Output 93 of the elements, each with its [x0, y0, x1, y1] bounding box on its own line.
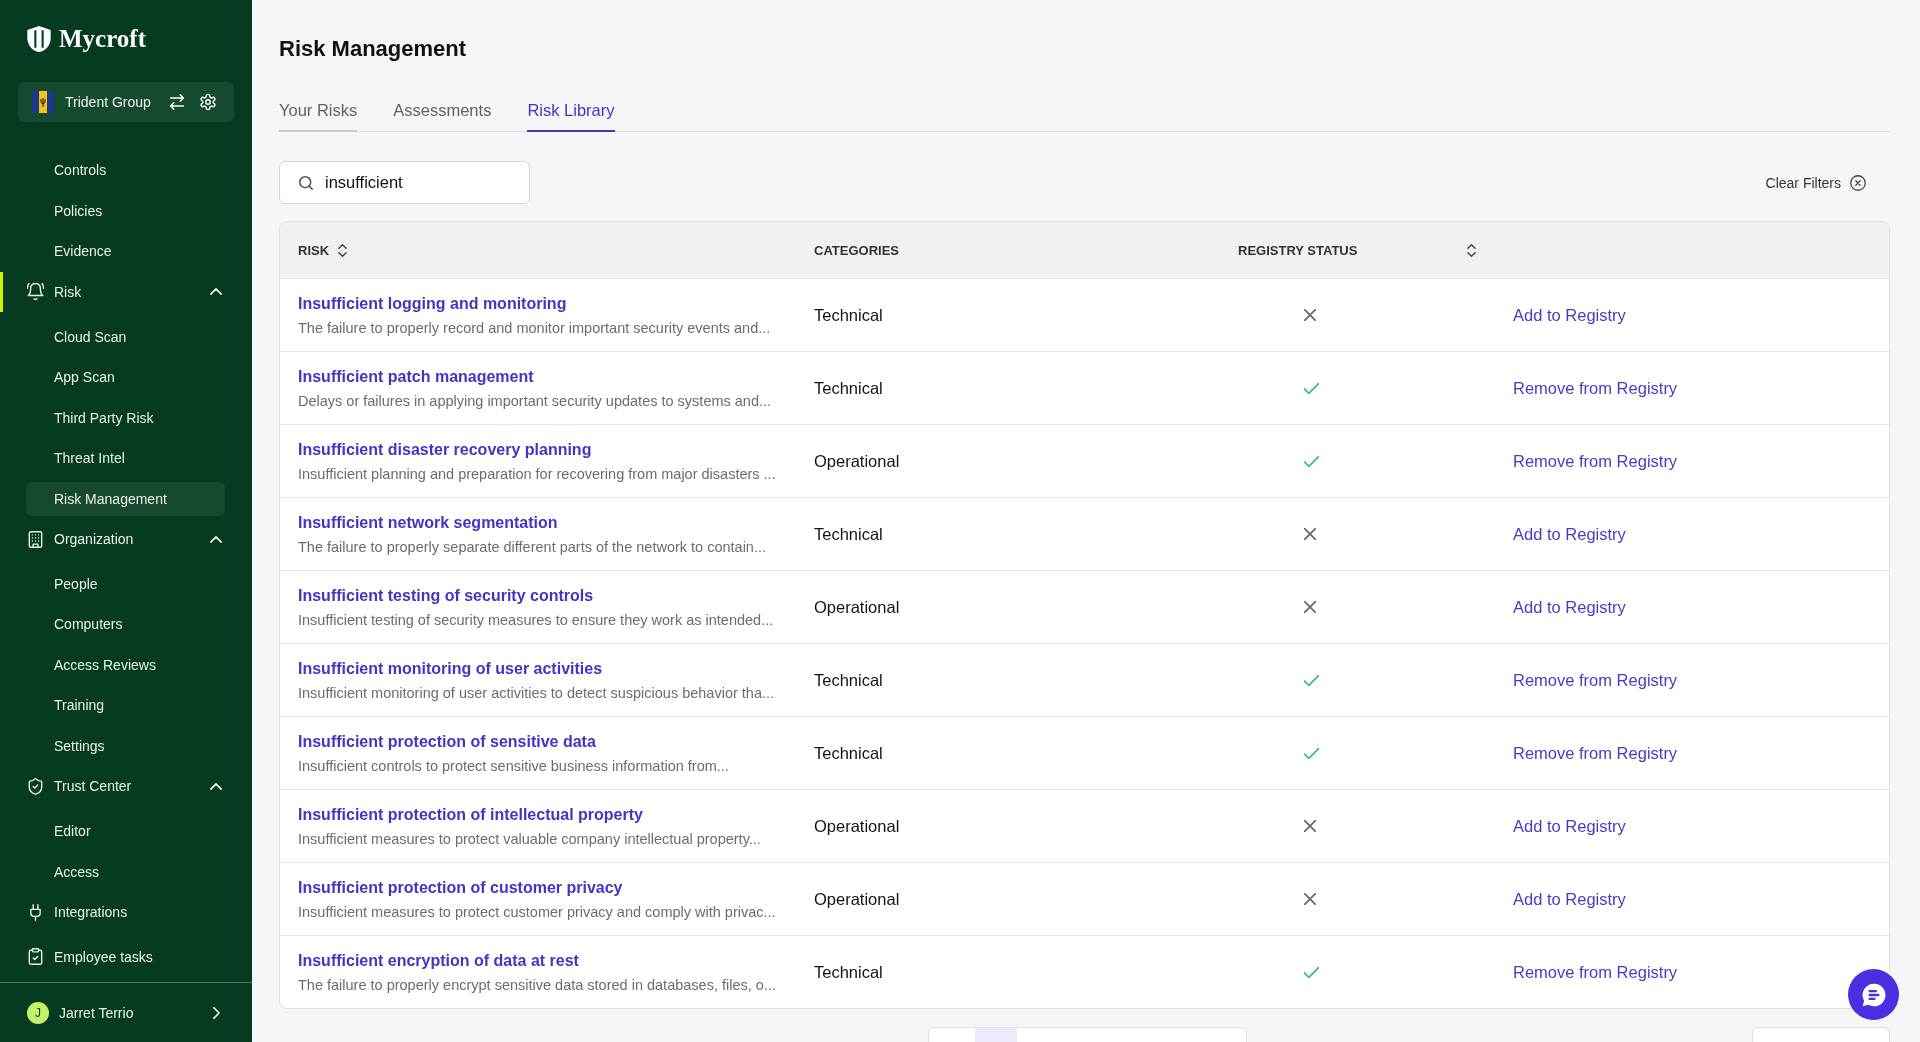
sort-icon[interactable] [1467, 243, 1476, 257]
registry-action-link[interactable]: Remove from Registry [1513, 378, 1678, 398]
close-circle-icon [1850, 174, 1866, 191]
user-avatar: J [27, 1001, 49, 1024]
risk-title-link[interactable]: Insufficient protection of intellectual property [298, 805, 643, 825]
risk-category: Operational [814, 451, 900, 471]
risk-title-link[interactable]: Insufficient network segmentation [298, 513, 558, 533]
org-name: Trident Group [65, 94, 152, 110]
risk-description: The failure to properly encrypt sensitive data stored in databases, files, o... [298, 976, 776, 994]
column-header[interactable]: REGISTRY STATUS [1238, 242, 1476, 258]
building-icon [27, 530, 44, 548]
registry-action-link[interactable]: Add to Registry [1513, 889, 1626, 909]
nav-section[interactable]: Employee tasks [0, 936, 252, 977]
column-header[interactable]: RISK [298, 242, 348, 258]
flag-icon [32, 91, 54, 113]
risk-title-link[interactable]: Insufficient logging and monitoring [298, 294, 567, 314]
chevron-up-icon[interactable] [210, 782, 222, 790]
nav-section[interactable]: Trust Center [0, 766, 210, 807]
column-header: CATEGORIES [814, 242, 899, 258]
tab[interactable]: Risk Library [527, 100, 615, 132]
sort-icon[interactable] [338, 243, 348, 257]
risk-description: The failure to properly separate different parts of the network to contain... [298, 538, 767, 556]
nav-item[interactable]: Cloud Scan [26, 319, 225, 354]
user-menu-button[interactable]: J Jarret Terrio [0, 992, 252, 1033]
clear-filters-button[interactable]: Clear Filters [1759, 173, 1872, 192]
shield-logo-icon [27, 26, 51, 52]
tab[interactable]: Assessments [393, 100, 492, 132]
risk-category: Technical [814, 743, 883, 763]
registry-action-link[interactable]: Add to Registry [1513, 816, 1626, 836]
registry-action-link[interactable]: Remove from Registry [1513, 670, 1678, 690]
tab[interactable]: Your Risks [279, 100, 358, 132]
brand-name: Mycroft [59, 26, 146, 52]
settings-icon[interactable] [200, 94, 216, 110]
risk-category: Operational [814, 889, 900, 909]
registry-action-link[interactable]: Remove from Registry [1513, 451, 1678, 471]
risk-description: Insufficient testing of security measures to ensure they work as intended... [298, 611, 774, 629]
nav-section[interactable]: Risk [0, 271, 210, 312]
registry-action-link[interactable]: Add to Registry [1513, 524, 1626, 544]
registry-action-link[interactable]: Add to Registry [1513, 305, 1626, 325]
risk-description: Insufficient measures to protect valuable company intellectual property... [298, 830, 761, 848]
nav-item[interactable]: Access [26, 854, 225, 889]
risk-category: Technical [814, 670, 883, 690]
risk-title-link[interactable]: Insufficient encryption of data at rest [298, 951, 579, 971]
clipboard-check-icon [27, 948, 44, 966]
plug-icon [27, 903, 44, 921]
nav-section[interactable]: Integrations [0, 892, 252, 933]
org-switcher[interactable]: Trident Group [18, 82, 234, 122]
nav-item[interactable]: Controls [26, 153, 225, 188]
risk-category: Technical [814, 962, 883, 982]
risk-title-link[interactable]: Insufficient testing of security controls [298, 586, 594, 606]
registry-action-link[interactable]: Remove from Registry [1513, 743, 1678, 763]
chat-icon [1861, 982, 1886, 1007]
chevron-up-icon[interactable] [210, 535, 222, 543]
risk-title-link[interactable]: Insufficient patch management [298, 367, 534, 387]
nav-item[interactable]: Third Party Risk [26, 400, 225, 435]
page-title: Risk Management [279, 35, 467, 63]
nav-item[interactable]: Training [26, 688, 225, 723]
nav-item[interactable]: Threat Intel [26, 441, 225, 476]
risk-description: Insufficient monitoring of user activities to detect suspicious behavior tha... [298, 684, 775, 702]
risk-title-link[interactable]: Insufficient disaster recovery planning [298, 440, 592, 460]
shield-check-icon [27, 777, 44, 795]
search-icon [299, 175, 313, 190]
risk-category: Technical [814, 305, 883, 325]
risk-category: Operational [814, 597, 900, 617]
chat-button[interactable] [1848, 969, 1899, 1020]
risk-title-link[interactable]: Insufficient protection of customer privacy [298, 878, 623, 898]
nav-item[interactable]: Risk Management [26, 481, 225, 516]
chevron-up-icon[interactable] [210, 288, 222, 296]
risk-description: Insufficient measures to protect customer privacy and comply with privac... [298, 903, 776, 921]
nav-item[interactable]: Policies [26, 193, 225, 228]
risk-title-link[interactable]: Insufficient protection of sensitive data [298, 732, 596, 752]
nav-item[interactable]: People [26, 566, 225, 601]
nav-item[interactable]: Access Reviews [26, 647, 225, 682]
risk-description: The failure to properly record and monitor important security events and... [298, 319, 771, 337]
registry-action-link[interactable]: Remove from Registry [1513, 962, 1678, 982]
nav-item[interactable]: Evidence [26, 234, 225, 269]
risk-title-link[interactable]: Insufficient monitoring of user activities [298, 659, 603, 679]
registry-action-link[interactable]: Add to Registry [1513, 597, 1626, 617]
risk-description: Insufficient controls to protect sensitive business information from... [298, 757, 729, 775]
nav-item[interactable]: App Scan [26, 360, 225, 395]
chevron-right-icon [213, 1006, 220, 1019]
nav-item[interactable]: Editor [26, 814, 225, 849]
bell-icon [27, 283, 44, 301]
risk-category: Technical [814, 524, 883, 544]
nav-item[interactable]: Settings [26, 728, 225, 763]
risk-category: Operational [814, 816, 900, 836]
nav-item[interactable]: Computers [26, 607, 225, 642]
risk-description: Insufficient planning and preparation for recovering from major disasters ... [298, 465, 776, 483]
risk-category: Technical [814, 378, 883, 398]
nav-section[interactable]: Organization [0, 519, 210, 560]
search-field[interactable]: insufficient [279, 161, 530, 204]
swap-arrows-icon[interactable] [169, 94, 185, 110]
risk-description: Delays or failures in applying important security updates to systems and... [298, 392, 772, 410]
